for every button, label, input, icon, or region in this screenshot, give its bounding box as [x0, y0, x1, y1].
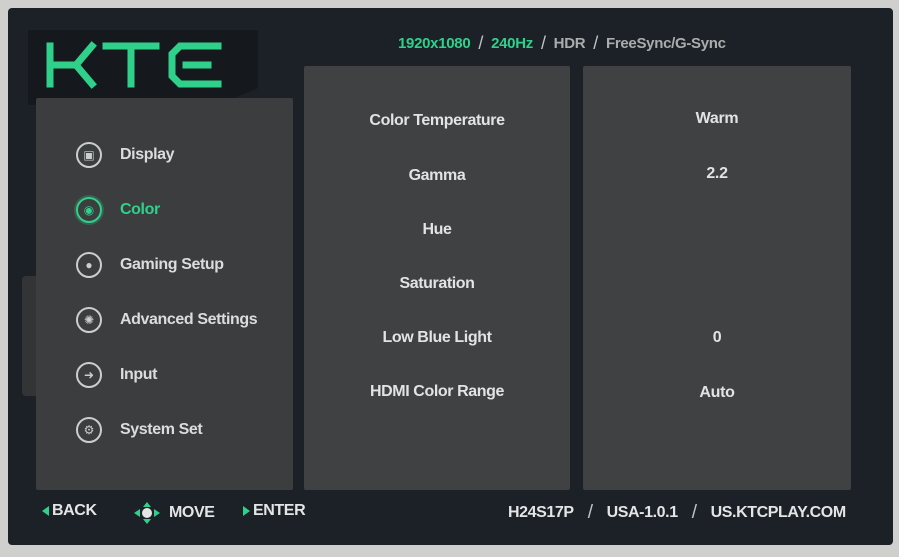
nav-item-label: Gaming Setup [120, 256, 224, 273]
nav-panel: ▣ Display ◉ Color ● Gaming Setup ✺ Advan… [36, 98, 293, 490]
advanced-settings-icon: ✺ [76, 307, 102, 333]
value-low-blue-light: 0 [712, 329, 722, 346]
status-separator: / [540, 32, 546, 53]
option-color-temperature[interactable]: Color Temperature [304, 106, 570, 136]
nav-item-label: Display [120, 146, 175, 163]
monitor-osd-screen: 1920x1080 / 240Hz / HDR / FreeSync/G-Syn… [8, 8, 893, 545]
nav-item-color[interactable]: ◉ Color [76, 193, 160, 227]
dpad-icon [132, 502, 162, 524]
value-hue [583, 213, 851, 243]
option-hdmi-color-range[interactable]: HDMI Color Range [304, 377, 570, 407]
device-info: H24S17P / USA-1.0.1 / US.KTCPLAY.COM [508, 502, 846, 524]
signal-status-line: 1920x1080 / 240Hz / HDR / FreeSync/G-Syn… [398, 30, 726, 56]
move-hint[interactable]: MOVE [132, 502, 215, 524]
option-values-panel: Warm 2.2 0 Auto [583, 66, 851, 490]
status-separator: / [478, 32, 484, 53]
status-separator: / [593, 32, 598, 53]
footer-separator: / [691, 502, 697, 523]
nav-item-display[interactable]: ▣ Display [76, 138, 175, 172]
option-hue[interactable]: Hue [304, 215, 570, 245]
option-gamma[interactable]: Gamma [304, 161, 570, 191]
refresh-rate-text: 240Hz [491, 34, 533, 52]
back-label: BACK [52, 502, 97, 519]
model-number: H24S17P [508, 504, 574, 521]
value-gamma: 2.2 [706, 165, 728, 182]
enter-arrow-icon [243, 506, 250, 516]
footer-bar: BACK MOVE ENTER H24S17P / USA-1.0.1 / US… [8, 498, 893, 530]
value-saturation [583, 267, 851, 297]
nav-item-advanced-settings[interactable]: ✺ Advanced Settings [76, 303, 258, 337]
value-hdmi-color-range: Auto [699, 384, 735, 401]
website-url: US.KTCPLAY.COM [710, 504, 847, 521]
hdr-status-text: HDR [553, 34, 586, 52]
option-low-blue-light[interactable]: Low Blue Light [304, 323, 570, 353]
ktc-logo-graphic [28, 30, 258, 105]
back-hint[interactable]: BACK [42, 502, 97, 520]
back-arrow-icon [42, 506, 49, 516]
color-icon: ◉ [76, 197, 102, 223]
option-saturation[interactable]: Saturation [304, 269, 570, 299]
move-label: MOVE [169, 504, 215, 521]
firmware-version: USA-1.0.1 [606, 504, 679, 521]
enter-label: ENTER [253, 502, 306, 519]
nav-item-label: Advanced Settings [120, 311, 258, 328]
nav-item-gaming-setup[interactable]: ● Gaming Setup [76, 248, 224, 282]
gaming-icon: ● [76, 252, 102, 278]
nav-item-label: Input [120, 366, 158, 383]
color-options-panel: Color Temperature Gamma Hue Saturation L… [304, 66, 570, 490]
ktc-logo [28, 30, 258, 105]
display-icon: ▣ [76, 142, 102, 168]
value-color-temperature: Warm [695, 110, 739, 127]
nav-item-input[interactable]: ➜ Input [76, 358, 158, 392]
nav-item-system-set[interactable]: ⚙ System Set [76, 413, 203, 447]
nav-item-label: Color [120, 201, 160, 218]
sync-status-text: FreeSync/G-Sync [605, 34, 726, 52]
enter-hint[interactable]: ENTER [243, 502, 306, 520]
system-set-icon: ⚙ [76, 417, 102, 443]
input-icon: ➜ [76, 362, 102, 388]
resolution-text: 1920x1080 [398, 34, 471, 52]
footer-separator: / [587, 502, 593, 523]
nav-item-label: System Set [120, 421, 203, 438]
